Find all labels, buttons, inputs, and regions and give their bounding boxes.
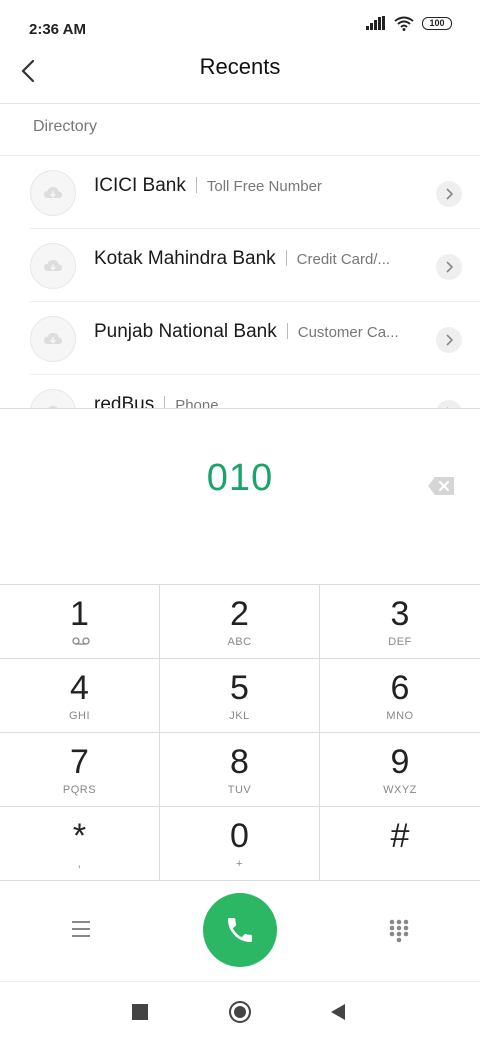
divider <box>195 177 197 193</box>
key-letters: MNO <box>386 710 414 722</box>
key-digit: 6 <box>390 669 410 707</box>
key-letters: + <box>236 858 243 870</box>
key-0[interactable]: 0 + <box>160 807 320 881</box>
avatar <box>30 243 76 289</box>
voicemail-icon <box>72 637 90 645</box>
directory-list: ICICI Bank Toll Free Number Kotak Mahindr… <box>0 155 480 408</box>
contact-subtitle: Customer Ca... <box>297 324 399 341</box>
home-dot <box>234 1006 246 1018</box>
phone-icon <box>228 918 252 942</box>
recent-apps-icon[interactable] <box>132 1004 148 1020</box>
key-digit: 2 <box>230 595 249 633</box>
key-letters: JKL <box>229 710 250 722</box>
avatar <box>30 389 76 408</box>
key-letters: , <box>77 858 82 870</box>
key-letters: GHI <box>68 710 91 722</box>
status-time: 2:36 AM <box>29 21 86 38</box>
key-digit: 7 <box>70 743 89 781</box>
signal-icon <box>366 16 385 30</box>
key-7[interactable]: 7 PQRS <box>0 733 160 807</box>
list-item[interactable]: Kotak Mahindra Bank Credit Card/... <box>30 229 480 302</box>
dial-display: 010 <box>0 408 480 584</box>
dialpad-icon[interactable] <box>388 918 410 944</box>
contact-subtitle: Toll Free Number <box>206 178 322 195</box>
key-letters: DEF <box>388 636 412 648</box>
page-title: Recents <box>199 54 281 79</box>
home-icon[interactable] <box>229 1001 251 1023</box>
key-4[interactable]: 4 GHI <box>0 659 160 733</box>
header: Recents <box>0 44 480 104</box>
key-5[interactable]: 5 JKL <box>160 659 320 733</box>
key-digit: 0 <box>230 817 249 855</box>
backspace-icon[interactable] <box>427 475 455 497</box>
key-9[interactable]: 9 WXYZ <box>320 733 480 807</box>
wifi-icon <box>394 16 414 31</box>
cloud-download-icon <box>44 260 62 271</box>
details-button[interactable] <box>436 327 462 353</box>
chevron-right-icon <box>446 261 453 273</box>
details-button[interactable] <box>436 254 462 280</box>
contact-name: ICICI Bank <box>94 175 186 196</box>
key-digit: 1 <box>70 595 89 633</box>
menu-icon[interactable] <box>66 916 96 942</box>
key-digit: 4 <box>70 669 89 707</box>
cloud-download-icon <box>44 333 62 344</box>
key-digit: # <box>390 817 410 855</box>
list-item[interactable]: redBus Phone <box>30 375 480 408</box>
contact-name: Kotak Mahindra Bank <box>94 248 276 269</box>
key-6[interactable]: 6 MNO <box>320 659 480 733</box>
key-star[interactable]: * , <box>0 807 160 881</box>
contact-subtitle: Credit Card/... <box>296 251 391 268</box>
key-digit: 3 <box>390 595 410 633</box>
list-item[interactable]: ICICI Bank Toll Free Number <box>30 156 480 229</box>
contact-name: redBus <box>94 394 155 408</box>
call-button[interactable] <box>203 893 277 967</box>
key-hash[interactable]: # <box>320 807 480 881</box>
contact-name: Punjab National Bank <box>94 321 277 342</box>
list-item[interactable]: Punjab National Bank Customer Ca... <box>30 302 480 375</box>
key-digit: * <box>72 817 87 855</box>
key-1[interactable]: 1 <box>0 585 160 659</box>
dialer-actions <box>0 880 480 982</box>
status-icons: 100 <box>366 14 452 32</box>
key-2[interactable]: 2 ABC <box>160 585 320 659</box>
contact-subtitle: Phone <box>175 397 219 408</box>
battery-icon: 100 <box>422 16 452 30</box>
key-letters: TUV <box>227 784 252 796</box>
chevron-right-icon <box>446 188 453 200</box>
cloud-download-icon <box>44 187 62 198</box>
dialed-number: 010 <box>206 457 274 499</box>
avatar <box>30 316 76 362</box>
key-letters: PQRS <box>62 784 97 796</box>
key-8[interactable]: 8 TUV <box>160 733 320 807</box>
divider <box>286 323 288 339</box>
key-digit: 9 <box>390 743 410 781</box>
key-letters: WXYZ <box>383 784 417 796</box>
divider <box>164 396 166 408</box>
details-button[interactable] <box>436 181 462 207</box>
directory-label: Directory <box>33 118 98 135</box>
key-3[interactable]: 3 DEF <box>320 585 480 659</box>
avatar <box>30 170 76 216</box>
back-triangle-icon[interactable] <box>330 1003 346 1021</box>
details-button[interactable] <box>436 400 462 408</box>
divider <box>285 250 287 266</box>
keypad: 1 2 ABC 3 DEF 4 GHI 5 JKL 6 MNO 7 PQRS 8… <box>0 584 480 881</box>
status-bar: 2:36 AM 100 <box>0 0 480 44</box>
key-digit: 5 <box>230 669 249 707</box>
key-letters: ABC <box>227 636 252 648</box>
chevron-right-icon <box>446 334 453 346</box>
system-nav-bar <box>0 982 480 1040</box>
key-digit: 8 <box>230 743 249 781</box>
